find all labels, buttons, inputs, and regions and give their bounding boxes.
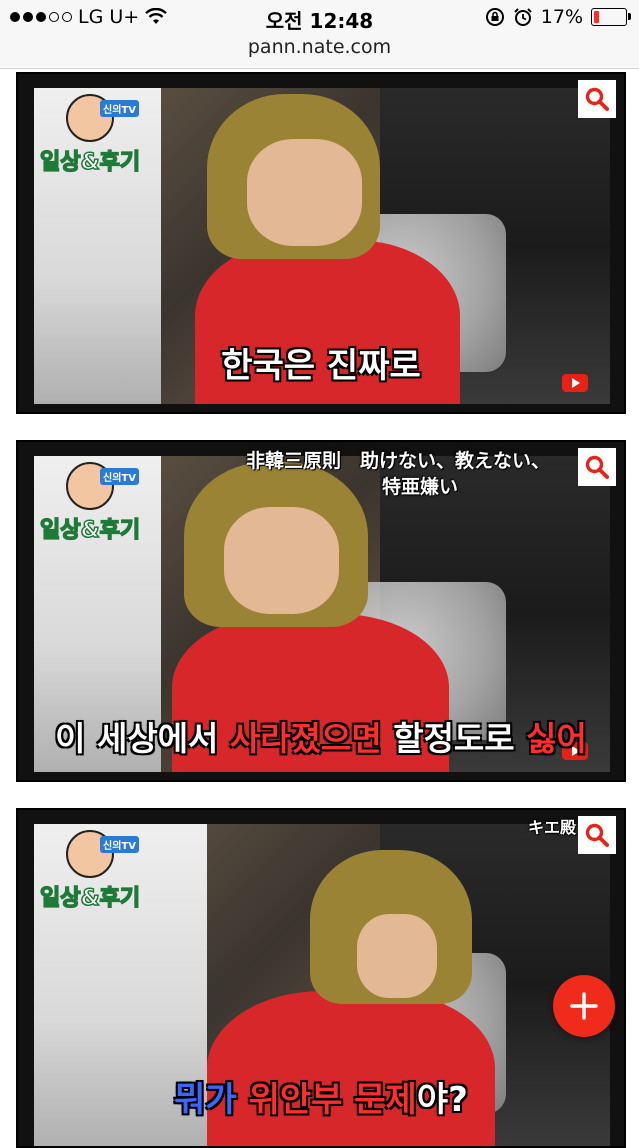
plus-icon	[570, 992, 598, 1020]
floating-add-button[interactable]	[553, 975, 615, 1037]
battery-percent: 17%	[540, 6, 583, 28]
address-bar-url[interactable]: pann.nate.com	[0, 36, 639, 58]
subtitle-caption: 이 세상에서 사라졌으면 할정도로 싫어	[55, 719, 587, 758]
magnifier-icon	[585, 87, 609, 111]
ios-status-bar: LG U+ 오전 12:48 17% pann.nate.com	[0, 0, 639, 69]
subtitle-caption: 뭐가 위안부 문제야?	[174, 1080, 468, 1120]
magnifier-icon	[585, 455, 609, 479]
overlay-text-line-2: 特亜嫌い	[382, 476, 459, 498]
overlay-text-line-1: 非韓三原則 助けない、教えない、	[246, 450, 551, 472]
alarm-icon	[514, 8, 532, 26]
channel-logo: 신의TV 일상&후기	[39, 94, 150, 194]
post-image-3[interactable]: 신의TV 일상&후기 キエ殿 뭐가 위안부 문제야?	[16, 808, 626, 1148]
subtitle-caption: 한국은 진짜로	[221, 346, 421, 386]
post-image-1[interactable]: 신의TV 일상&후기 한국은 진짜로	[16, 72, 626, 414]
rotation-lock-icon	[485, 8, 504, 26]
status-right: 17%	[485, 6, 631, 28]
channel-logo: 신의TV 일상&후기	[39, 462, 150, 562]
post-image-2[interactable]: 신의TV 일상&후기 非韓三原則 助けない、教えない、 特亜嫌い 이 세상에서 …	[16, 440, 626, 782]
overlay-text-line-1: キエ殿	[528, 818, 577, 837]
zoom-button[interactable]	[578, 80, 616, 118]
channel-logo: 신의TV 일상&후기	[39, 830, 150, 930]
battery-icon	[591, 8, 631, 26]
zoom-button[interactable]	[578, 816, 616, 854]
zoom-button[interactable]	[578, 448, 616, 486]
magnifier-icon	[585, 823, 609, 847]
